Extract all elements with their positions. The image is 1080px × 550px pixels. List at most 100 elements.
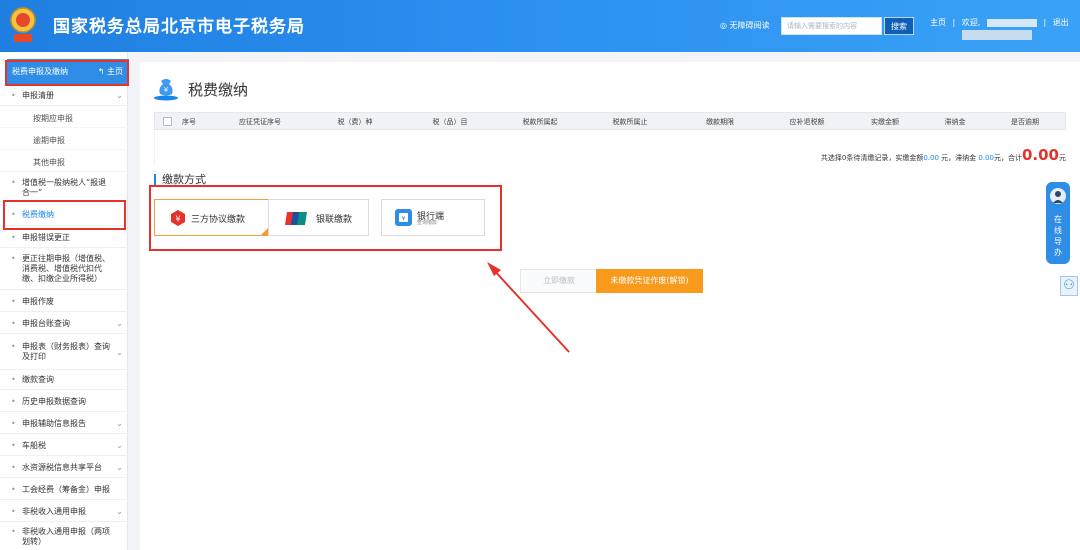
chevron-down-icon: ⌄ [116, 318, 123, 328]
welcome-text: 欢迎, [961, 18, 981, 27]
online-guide-button[interactable]: 在 线 导 办 [1046, 182, 1070, 264]
sidebar-item-nontax[interactable]: • 非税收入通用申报 ⌄ [0, 502, 128, 522]
column-header: 应补退税额 [789, 118, 825, 126]
payment-option-sublabel: 查询缴款 [417, 220, 438, 226]
bullet: • [11, 375, 16, 384]
sidebar-sub-other[interactable]: 其他申报 [0, 152, 128, 172]
column-header: 税款所属起 [522, 118, 558, 126]
top-links: 主页 | 欢迎, | 退出 [930, 17, 1073, 28]
column-header: 序号 [182, 118, 196, 126]
site-title: 国家税务总局北京市电子税务局 [53, 17, 305, 37]
page-title: 税费缴纳 [188, 81, 249, 99]
bullet: • [11, 463, 16, 472]
main-panel: ¥ 税费缴纳 序号 应征凭证序号 税（费）种 税（品）目 税款所属起 税款所属止… [140, 62, 1080, 550]
column-header: 缴款期限 [706, 118, 734, 126]
sidebar-item-declaration-list[interactable]: • 申报清册 ⌄ [0, 86, 128, 106]
accessibility-link[interactable]: ◎ 无障碍阅读 [720, 20, 770, 31]
online-guide-label: 在 线 导 办 [1046, 214, 1070, 258]
sidebar-item-nontax-transfer[interactable]: • 非税收入通用申报（两项划转） [0, 524, 128, 550]
bullet: • [11, 233, 16, 242]
column-header: 是否逾期 [1011, 118, 1039, 126]
sidebar-item-label: 非税收入通用申报（两项划转） [22, 527, 110, 546]
summary-mid2: 元，合计 [993, 154, 1022, 162]
bullet: • [11, 507, 16, 516]
sidebar-item-label: 缴款查询 [22, 375, 54, 384]
sidebar-sub-label: 其他申报 [33, 158, 65, 167]
bullet: • [11, 254, 16, 263]
summary-prefix: 共选择0条待清缴记录，实缴金额 [820, 154, 924, 162]
accessibility-label: 无障碍阅读 [729, 21, 770, 30]
sidebar-item-label: 更正往期申报（增值税、消费税、增值税代扣代缴、扣缴企业所得税） [22, 254, 110, 283]
sidebar-item-history[interactable]: • 历史申报数据查询 [0, 392, 128, 412]
sidebar-item-aux-report[interactable]: • 申报辅助信息报告 ⌄ [0, 414, 128, 434]
select-all-checkbox[interactable] [163, 117, 172, 126]
masked-company [962, 30, 1032, 40]
payment-option-label: 三方协议缴款 [191, 215, 246, 225]
top-header: 国家税务总局北京市电子税务局 ◎ 无障碍阅读 请输入需要搜索的内容 搜索 主页 … [0, 0, 1080, 52]
chevron-down-icon: ⌄ [116, 506, 123, 516]
tripartite-agreement-icon: ¥ [171, 210, 185, 226]
sidebar-item-label: 水资源税信息共享平台 [22, 463, 102, 472]
masked-username [986, 18, 1037, 27]
sidebar-item-ledger[interactable]: • 申报台账查询 ⌄ [0, 314, 128, 334]
sidebar-item-past-correction[interactable]: • 更正往期申报（增值税、消费税、增值税代扣代缴、扣缴企业所得税） [0, 250, 128, 290]
summary-paid: 0.00 [923, 154, 939, 162]
section-title: 缴款方式 [154, 174, 206, 185]
bullet: • [11, 419, 16, 428]
guide-char: 线 [1054, 226, 1062, 235]
unionpay-icon [285, 212, 307, 225]
sidebar-item-label: 非税收入通用申报 [22, 507, 86, 516]
svg-text:¥: ¥ [175, 215, 180, 224]
sidebar-item-payment-query[interactable]: • 缴款查询 [0, 370, 128, 390]
table-header: 序号 应征凭证序号 税（费）种 税（品）目 税款所属起 税款所属止 缴款期限 应… [154, 112, 1066, 130]
sidebar-item-report-print[interactable]: • 申报表（财务报表）查询及打印 ⌄ [0, 336, 128, 370]
chevron-down-icon: ⌄ [116, 440, 123, 450]
sidebar-sub-periodic[interactable]: 按期应申报 [0, 108, 128, 128]
sidebar-item-vat-refund[interactable]: • 增值税一般纳税人“报退合一” [0, 174, 128, 202]
search-input[interactable]: 请输入需要搜索的内容 [781, 17, 882, 35]
sidebar-sub-label: 按期应申报 [33, 114, 73, 123]
payment-option-bank[interactable]: ¥ 银行端 查询缴款 [381, 199, 485, 236]
void-unpaid-button[interactable]: 未缴款凭证作废(解锁) [596, 269, 703, 293]
bullet: • [11, 441, 16, 450]
sidebar-item-correction[interactable]: • 申报错误更正 [0, 228, 128, 248]
column-header: 税款所属止 [612, 118, 648, 126]
sidebar-item-void[interactable]: • 申报作废 [0, 292, 128, 312]
sidebar-sub-label: 逾期申报 [33, 136, 65, 145]
svg-text:¥: ¥ [402, 216, 406, 223]
payment-option-label: 银联缴款 [316, 215, 353, 225]
payment-summary: 共选择0条待清缴记录，实缴金额0.00 元，滞纳金 0.00元，合计0.00元 [821, 146, 1066, 164]
sidebar-item-label: 工会经费（筹备金）申报 [22, 485, 110, 494]
sidebar-item-label: 申报台账查询 [22, 319, 70, 328]
bank-end-icon: ¥ [395, 209, 412, 226]
highlight-box [5, 60, 129, 86]
sidebar: 税费申报及缴纳 ↰ 主页 • 申报清册 ⌄ 按期应申报 逾期申报 其他申报 • 增值税… [0, 52, 129, 550]
sidebar-item-label: 申报辅助信息报告 [22, 419, 86, 428]
sidebar-sub-overdue[interactable]: 逾期申报 [0, 130, 128, 150]
user-icon[interactable]: ⚇ [1060, 276, 1078, 296]
sidebar-item-vehicle-tax[interactable]: • 车船税 ⌄ [0, 436, 128, 456]
guide-char: 办 [1054, 248, 1062, 257]
column-header: 应征凭证序号 [239, 118, 281, 126]
sidebar-item-label: 车船税 [22, 441, 46, 450]
tax-emblem-icon [10, 7, 36, 42]
sidebar-item-label: 增值税一般纳税人“报退合一” [22, 178, 107, 197]
guide-char: 在 [1054, 215, 1062, 224]
sidebar-item-label: 申报清册 [22, 91, 54, 100]
pay-now-button[interactable]: 立即缴款 [520, 269, 598, 293]
logout-link[interactable]: 退出 [1053, 18, 1069, 27]
search-button[interactable]: 搜索 [884, 17, 914, 35]
bullet: • [11, 342, 16, 351]
sidebar-item-water-tax[interactable]: • 水资源税信息共享平台 ⌄ [0, 458, 128, 478]
payment-option-unionpay[interactable]: 银联缴款 [268, 199, 369, 236]
payment-option-tripartite[interactable]: ¥ 三方协议缴款 [154, 199, 272, 236]
sidebar-item-union-fee[interactable]: • 工会经费（筹备金）申报 [0, 480, 128, 500]
chevron-down-icon: ⌄ [116, 347, 123, 357]
column-header: 税（费）种 [337, 118, 373, 126]
chevron-down-icon: ⌄ [116, 90, 123, 100]
bullet: • [11, 527, 16, 536]
home-link[interactable]: 主页 [930, 18, 946, 27]
bullet: • [11, 485, 16, 494]
sidebar-item-label: 申报表（财务报表）查询及打印 [22, 342, 110, 361]
money-bag-icon: ¥ [154, 79, 178, 101]
